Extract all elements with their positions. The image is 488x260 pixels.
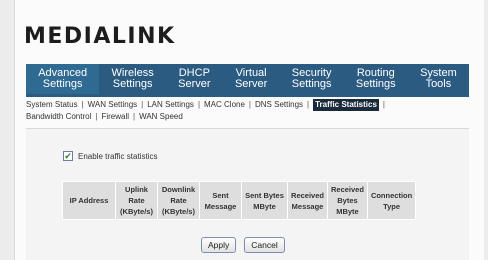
subnav-separator: |: [197, 100, 201, 109]
enable-traffic-checkbox[interactable]: ✔: [63, 151, 73, 161]
traffic-stats-table: IP Address Uplink Rate (KByte/s) Downlin…: [62, 181, 417, 220]
header-line: Sent Bytes: [245, 190, 284, 200]
form-buttons: Apply Cancel: [201, 237, 285, 253]
subnav-separator: |: [382, 100, 385, 109]
col-header-sent-bytes: Sent Bytes MByte: [241, 181, 288, 220]
subnav-wan-speed[interactable]: WAN Speed: [139, 111, 183, 123]
nav-security-settings[interactable]: Security Settings: [280, 64, 344, 94]
col-header-received-bytes: Received Bytes MByte: [327, 181, 368, 220]
col-header-sent-message: Sent Message: [199, 181, 242, 220]
col-header-ip-address: IP Address: [62, 181, 116, 220]
nav-label-line2: Tools: [425, 78, 452, 90]
header-line: Bytes: [337, 196, 358, 205]
subnav-wan-settings[interactable]: WAN Settings: [88, 99, 138, 111]
subnav-dns-settings[interactable]: DNS Settings: [255, 99, 303, 111]
subnav-mac-clone[interactable]: MAC Clone: [204, 99, 245, 111]
subnav-separator: |: [81, 100, 84, 109]
nav-wireless-settings[interactable]: Wireless Settings: [99, 64, 166, 94]
col-header-uplink-rate: Uplink Rate (KByte/s): [115, 181, 158, 220]
sub-nav-row-2: Bandwidth Control | Firewall | WAN Speed: [26, 111, 471, 123]
header-line: Uplink: [125, 185, 148, 194]
subnav-bandwidth-control[interactable]: Bandwidth Control: [26, 111, 91, 123]
cancel-button[interactable]: Cancel: [244, 237, 285, 253]
col-header-received-message: Received Message: [287, 181, 328, 220]
subnav-system-status[interactable]: System Status: [26, 99, 78, 111]
traffic-statistics-panel: ✔ Enable traffic statistics IP Address U…: [26, 128, 469, 260]
enable-traffic-label: Enable traffic statistics: [78, 151, 158, 161]
nav-virtual-server[interactable]: Virtual Server: [223, 64, 280, 94]
header-line: Message: [204, 201, 237, 211]
header-line: Connection: [370, 190, 413, 200]
enable-traffic-row: ✔ Enable traffic statistics: [63, 151, 157, 161]
nav-label-line2: Settings: [291, 78, 332, 90]
apply-button[interactable]: Apply: [201, 237, 237, 253]
header-line: Sent: [212, 190, 229, 200]
header-line: MByte: [253, 201, 276, 211]
sub-nav: System Status | WAN Settings | LAN Setti…: [26, 99, 471, 123]
col-header-downlink-rate: Downlink Rate (KByte/s): [157, 181, 200, 220]
medialink-logo: MEDIALINK: [24, 24, 176, 49]
subnav-lan-settings[interactable]: LAN Settings: [147, 99, 194, 111]
subnav-separator: |: [133, 112, 136, 121]
nav-label-line2: Server: [234, 78, 268, 90]
col-header-connection-type: Connection Type: [366, 181, 417, 220]
header-line: Rate: [170, 196, 187, 205]
subnav-traffic-statistics[interactable]: Traffic Statistics: [313, 99, 379, 111]
header-line: (KByte/s): [120, 207, 153, 216]
header-line: Type: [383, 201, 401, 211]
subnav-firewall[interactable]: Firewall: [101, 111, 129, 123]
subnav-separator: |: [141, 100, 144, 109]
nav-label-line2: Settings: [355, 78, 396, 90]
sub-nav-row-1: System Status | WAN Settings | LAN Setti…: [26, 99, 471, 111]
header-line: IP Address: [69, 196, 109, 205]
header-line: Downlink: [161, 185, 196, 194]
subnav-separator: |: [95, 112, 98, 121]
subnav-separator: |: [248, 100, 251, 109]
nav-routing-settings[interactable]: Routing Settings: [344, 64, 408, 94]
nav-label-line2: Settings: [112, 78, 153, 90]
header-line: Received: [291, 190, 324, 200]
header-line: MByte: [336, 207, 359, 216]
nav-underline: [26, 94, 469, 97]
nav-label-line2: Settings: [42, 78, 83, 90]
header-line: Message: [291, 201, 324, 211]
nav-label-line2: Server: [178, 78, 211, 90]
nav-dhcp-server[interactable]: DHCP Server: [166, 64, 223, 94]
header-line: Rate: [128, 196, 145, 205]
header-line: (KByte/s): [162, 207, 195, 216]
header-line: Received: [331, 185, 364, 194]
nav-system-tools[interactable]: System Tools: [408, 64, 469, 94]
table-header-row: IP Address Uplink Rate (KByte/s) Downlin…: [62, 181, 417, 220]
nav-advanced-settings[interactable]: Advanced Settings: [26, 64, 100, 94]
checkmark-icon: ✔: [64, 150, 72, 161]
main-nav: Advanced Settings Wireless Settings DHCP…: [26, 64, 469, 94]
subnav-separator: |: [307, 100, 310, 109]
